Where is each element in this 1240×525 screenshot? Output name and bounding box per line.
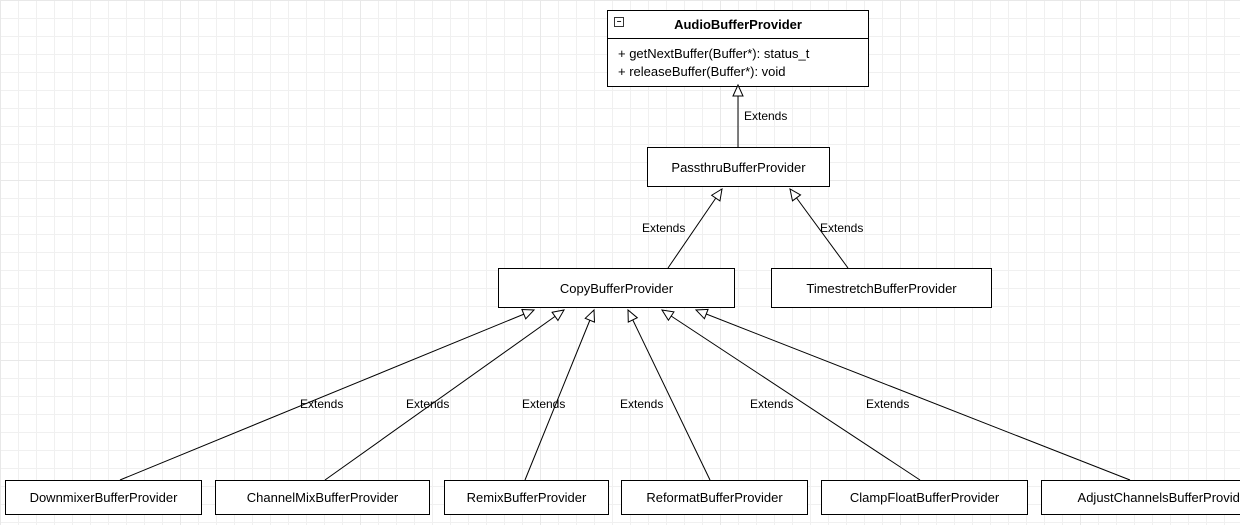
method-line: + releaseBuffer(Buffer*): void — [618, 63, 858, 81]
class-label: TimestretchBufferProvider — [806, 281, 956, 296]
class-label: DownmixerBufferProvider — [30, 490, 178, 505]
class-label: ClampFloatBufferProvider — [850, 490, 999, 505]
collapse-icon[interactable]: − — [614, 17, 624, 27]
class-label: RemixBufferProvider — [467, 490, 587, 505]
class-remixbufferprovider[interactable]: RemixBufferProvider — [444, 480, 609, 515]
class-label: AdjustChannelsBufferProvider — [1078, 490, 1240, 505]
class-downmixerbufferprovider[interactable]: DownmixerBufferProvider — [5, 480, 202, 515]
class-name: AudioBufferProvider — [674, 17, 802, 32]
class-passthrubufferprovider[interactable]: PassthruBufferProvider — [647, 147, 830, 187]
class-reformatbufferprovider[interactable]: ReformatBufferProvider — [621, 480, 808, 515]
class-label: CopyBufferProvider — [560, 281, 673, 296]
class-label: ReformatBufferProvider — [646, 490, 782, 505]
class-timestretchbufferprovider[interactable]: TimestretchBufferProvider — [771, 268, 992, 308]
class-audiobufferprovider[interactable]: − AudioBufferProvider + getNextBuffer(Bu… — [607, 10, 869, 87]
class-methods: + getNextBuffer(Buffer*): status_t + rel… — [608, 39, 868, 86]
class-channelmixbufferprovider[interactable]: ChannelMixBufferProvider — [215, 480, 430, 515]
class-title: − AudioBufferProvider — [608, 11, 868, 39]
class-label: PassthruBufferProvider — [671, 160, 805, 175]
method-line: + getNextBuffer(Buffer*): status_t — [618, 45, 858, 63]
class-copybufferprovider[interactable]: CopyBufferProvider — [498, 268, 735, 308]
class-label: ChannelMixBufferProvider — [247, 490, 399, 505]
class-clampfloatbufferprovider[interactable]: ClampFloatBufferProvider — [821, 480, 1028, 515]
class-adjustchannelsbufferprovider[interactable]: AdjustChannelsBufferProvider — [1041, 480, 1240, 515]
